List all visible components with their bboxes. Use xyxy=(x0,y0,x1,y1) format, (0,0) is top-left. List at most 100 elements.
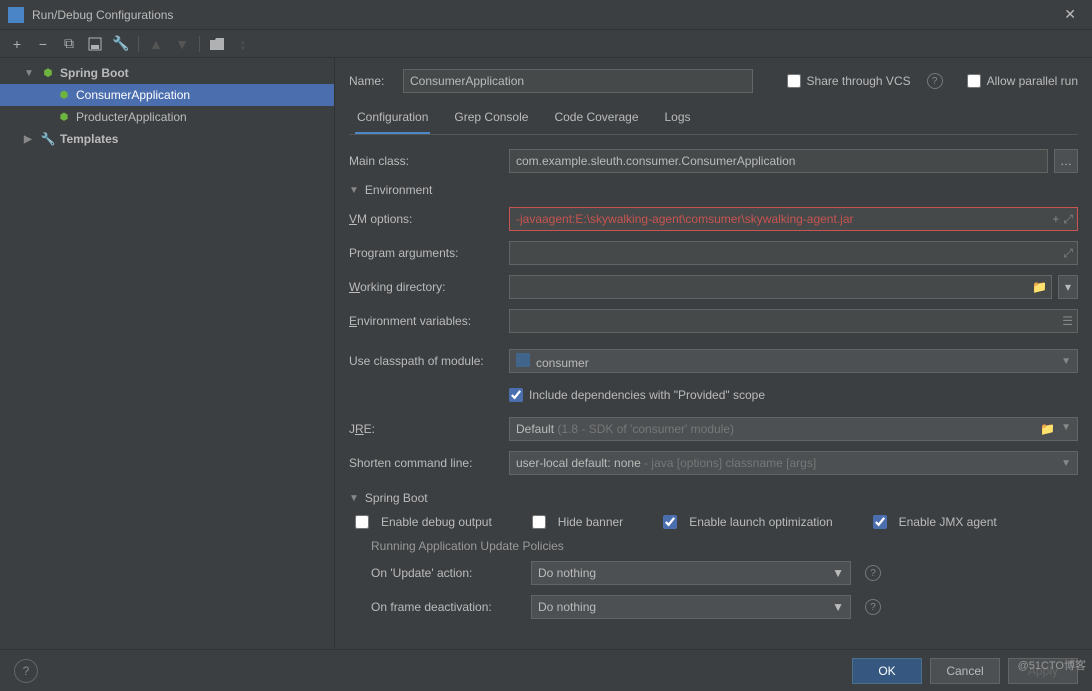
vm-options-row: VM options: -javaagent:E:\skywalking-age… xyxy=(349,207,1078,231)
cancel-button[interactable]: Cancel xyxy=(930,658,1000,684)
edit-defaults-button[interactable]: 🔧 xyxy=(110,33,132,55)
bottom-bar: ? OK Cancel Apply xyxy=(0,649,1092,691)
tab-logs[interactable]: Logs xyxy=(663,104,693,134)
config-tree: ▼ ⬢ Spring Boot ⬢ ConsumerApplication ⬢ … xyxy=(0,58,335,648)
enable-debug-checkbox[interactable]: Enable debug output xyxy=(355,515,492,529)
tree-node-templates[interactable]: ▶ 🔧 Templates xyxy=(0,128,334,150)
folder-icon[interactable]: 📁 xyxy=(1040,422,1055,436)
save-config-button[interactable] xyxy=(84,33,106,55)
folder-icon[interactable]: 📁 xyxy=(1032,280,1047,294)
tree-label: ProducterApplication xyxy=(76,110,187,124)
tree-node-producter[interactable]: ⬢ ProducterApplication xyxy=(0,106,334,128)
config-panel: Name: Share through VCS ? Allow parallel… xyxy=(335,58,1092,648)
enable-launch-checkbox[interactable]: Enable launch optimization xyxy=(663,515,832,529)
program-args-label: Program arguments: xyxy=(349,246,509,260)
expand-plus-icon[interactable]: + xyxy=(1052,212,1059,227)
jre-row: JRE: Default (1.8 - SDK of 'consumer' mo… xyxy=(349,417,1078,441)
include-deps-row: Include dependencies with "Provided" sco… xyxy=(349,383,1078,407)
tab-grep-console[interactable]: Grep Console xyxy=(452,104,530,134)
spring-boot-options: Enable debug output Hide banner Enable l… xyxy=(349,515,1078,529)
share-vcs-input[interactable] xyxy=(787,74,801,88)
program-args-row: Program arguments: ⤢ xyxy=(349,241,1078,265)
jre-select[interactable]: Default (1.8 - SDK of 'consumer' module)… xyxy=(509,417,1078,441)
env-vars-field[interactable] xyxy=(516,314,1071,328)
folder-button[interactable] xyxy=(206,33,228,55)
on-update-label: On 'Update' action: xyxy=(371,566,531,580)
vm-options-label: VM options: xyxy=(349,212,509,226)
browse-class-button[interactable]: … xyxy=(1054,149,1078,173)
working-dir-dropdown[interactable]: ▾ xyxy=(1058,275,1078,299)
move-up-button[interactable]: ▲ xyxy=(145,33,167,55)
working-dir-field[interactable] xyxy=(516,280,1045,294)
tree-node-consumer[interactable]: ⬢ ConsumerApplication xyxy=(0,84,334,106)
move-down-button[interactable]: ▼ xyxy=(171,33,193,55)
help-icon[interactable]: ? xyxy=(865,565,881,581)
caret-down-icon: ▼ xyxy=(832,566,844,580)
add-config-button[interactable]: + xyxy=(6,33,28,55)
restore-button[interactable]: ↕ xyxy=(232,33,254,55)
caret-down-icon: ▼ xyxy=(1061,356,1071,367)
tree-label: Spring Boot xyxy=(60,66,129,80)
running-policies-label: Running Application Update Policies xyxy=(349,539,1078,553)
parallel-label: Allow parallel run xyxy=(987,74,1078,88)
main-class-field[interactable] xyxy=(516,154,1041,168)
enable-jmx-checkbox[interactable]: Enable JMX agent xyxy=(873,515,997,529)
on-update-select[interactable]: Do nothing ▼ xyxy=(531,561,851,585)
help-button[interactable]: ? xyxy=(14,659,38,683)
main-class-label: Main class: xyxy=(349,154,509,168)
remove-config-button[interactable]: − xyxy=(32,33,54,55)
classpath-row: Use classpath of module: consumer ▼ xyxy=(349,349,1078,373)
share-vcs-checkbox[interactable]: Share through VCS xyxy=(787,74,911,88)
tab-code-coverage[interactable]: Code Coverage xyxy=(552,104,640,134)
toolbar-separator xyxy=(138,36,139,52)
working-dir-input[interactable]: 📁 xyxy=(509,275,1052,299)
on-frame-select[interactable]: Do nothing ▼ xyxy=(531,595,851,619)
toolbar-separator xyxy=(199,36,200,52)
caret-down-icon: ▼ xyxy=(1061,422,1071,436)
main-class-input[interactable] xyxy=(509,149,1048,173)
shorten-label: Shorten command line: xyxy=(349,456,509,470)
include-deps-checkbox[interactable]: Include dependencies with "Provided" sco… xyxy=(509,388,765,402)
shorten-value-prefix: user-local default: none xyxy=(516,456,641,470)
parallel-checkbox[interactable]: Allow parallel run xyxy=(967,74,1078,88)
name-row: Name: Share through VCS ? Allow parallel… xyxy=(349,68,1078,94)
name-input[interactable] xyxy=(403,69,753,93)
expand-icon[interactable]: ⤢ xyxy=(1063,246,1073,261)
section-label: Spring Boot xyxy=(365,491,428,505)
on-frame-value: Do nothing xyxy=(538,600,596,614)
shorten-value-suffix: - java [options] classname [args] xyxy=(641,456,816,470)
program-args-field[interactable] xyxy=(516,246,1071,260)
tree-toolbar: + − ⧉ 🔧 ▲ ▼ ↕ xyxy=(0,30,1092,58)
list-icon[interactable]: ☰ xyxy=(1062,314,1073,328)
vm-options-input[interactable]: -javaagent:E:\skywalking-agent\comsumer\… xyxy=(509,207,1078,231)
classpath-select[interactable]: consumer ▼ xyxy=(509,349,1078,373)
titlebar: Run/Debug Configurations ✕ xyxy=(0,0,1092,30)
environment-section-header[interactable]: ▼ Environment xyxy=(349,183,1078,197)
env-vars-input[interactable]: ☰ xyxy=(509,309,1078,333)
env-vars-label: Environment variables: xyxy=(349,314,509,328)
expand-icon: ▼ xyxy=(24,68,36,79)
tab-configuration[interactable]: Configuration xyxy=(355,104,430,134)
include-deps-input[interactable] xyxy=(509,388,523,402)
hide-banner-checkbox[interactable]: Hide banner xyxy=(532,515,623,529)
help-icon[interactable]: ? xyxy=(865,599,881,615)
spring-boot-icon: ⬢ xyxy=(56,87,72,103)
env-vars-row: Environment variables: ☰ xyxy=(349,309,1078,333)
tree-node-spring-boot[interactable]: ▼ ⬢ Spring Boot xyxy=(0,62,334,84)
watermark: @51CTO博客 xyxy=(1018,657,1086,673)
module-icon xyxy=(516,353,530,367)
classpath-label: Use classpath of module: xyxy=(349,354,509,368)
spring-boot-section-header[interactable]: ▼ Spring Boot xyxy=(349,491,1078,505)
ok-button[interactable]: OK xyxy=(852,658,922,684)
close-icon[interactable]: ✕ xyxy=(1056,2,1084,27)
copy-config-button[interactable]: ⧉ xyxy=(58,33,80,55)
help-icon[interactable]: ? xyxy=(927,73,943,89)
program-args-input[interactable]: ⤢ xyxy=(509,241,1078,265)
caret-down-icon: ▼ xyxy=(1061,458,1071,469)
spring-boot-icon: ⬢ xyxy=(56,109,72,125)
expand-icon[interactable]: ⤢ xyxy=(1063,212,1073,227)
classpath-value: consumer xyxy=(536,356,589,370)
shorten-select[interactable]: user-local default: none - java [options… xyxy=(509,451,1078,475)
parallel-input[interactable] xyxy=(967,74,981,88)
on-frame-label: On frame deactivation: xyxy=(371,600,531,614)
